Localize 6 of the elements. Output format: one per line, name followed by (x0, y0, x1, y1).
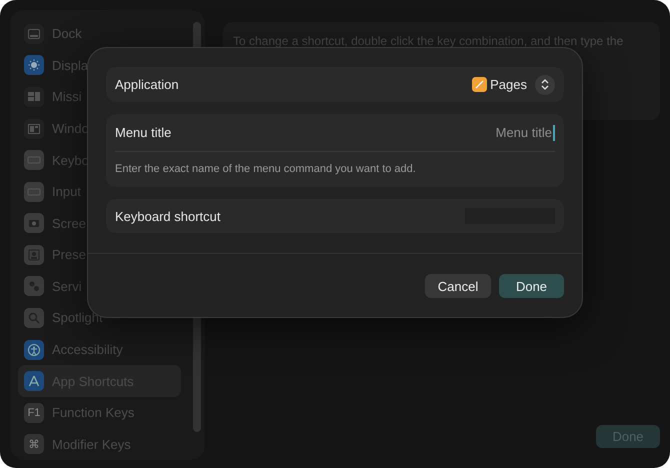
keyboard-shortcut-label: Keyboard shortcut (115, 208, 221, 224)
key-icon: F1 (24, 402, 44, 423)
key-icon: ⌘ (24, 434, 44, 454)
menu-title-label: Menu title (115, 125, 172, 140)
hint-text: Enter the exact name of the menu command you want to add. (115, 151, 555, 187)
application-label: Application (115, 77, 179, 92)
